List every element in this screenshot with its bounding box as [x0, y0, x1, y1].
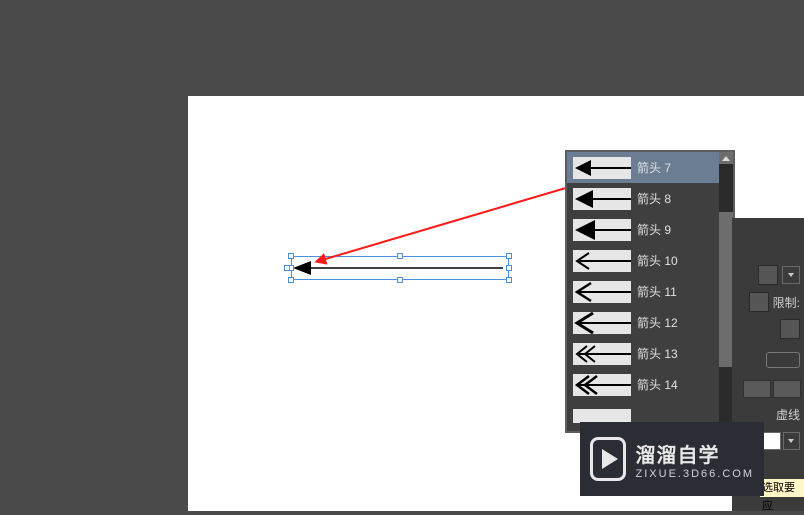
arrowhead-option-label: 箭头 11: [637, 283, 677, 300]
arrowhead-option-label: 箭头 8: [637, 190, 671, 207]
arrowhead-preview-icon: [573, 281, 631, 303]
dropdown-scrollbar-thumb[interactable]: [719, 212, 733, 367]
panel-button-2[interactable]: [773, 380, 801, 398]
scrollbar-up-button[interactable]: [719, 152, 733, 164]
arrowhead-option-label: 箭头 9: [637, 221, 671, 238]
link-toggle[interactable]: [766, 352, 800, 368]
resize-handle-mr[interactable]: [506, 265, 512, 271]
resize-handle-bm[interactable]: [397, 277, 403, 283]
play-icon: [590, 437, 626, 481]
arrowhead-option-11[interactable]: 箭头 11: [567, 276, 719, 307]
watermark-url: ZIXUE.3D66.COM: [636, 468, 754, 480]
arrowhead-option-9[interactable]: 箭头 9: [567, 214, 719, 245]
arrowhead-preview-icon: [573, 409, 631, 423]
arrowhead-dropdown: 箭头 7 箭头 8 箭头 9 箭头 10: [565, 150, 735, 433]
arrowhead-option-10[interactable]: 箭头 10: [567, 245, 719, 276]
arrow-end-dropdown[interactable]: [783, 432, 800, 450]
selected-arrow-object[interactable]: [291, 256, 509, 280]
resize-handle-tr[interactable]: [506, 253, 512, 259]
arrowhead-preview-icon: [573, 374, 631, 396]
resize-handle-tm[interactable]: [397, 253, 403, 259]
arrowhead-preview-icon: [573, 250, 631, 272]
dash-label: 虚线: [776, 406, 800, 423]
arrowhead-option-14[interactable]: 箭头 14: [567, 369, 719, 400]
watermark-title: 溜溜自学: [636, 439, 754, 468]
arrowhead-preview-icon: [573, 343, 631, 365]
arrowhead-list: 箭头 7 箭头 8 箭头 9 箭头 10: [567, 152, 719, 431]
resize-handle-br[interactable]: [506, 277, 512, 283]
panel-button-1[interactable]: [743, 380, 771, 398]
tooltip: 选取要应: [760, 479, 804, 497]
arrowhead-option-label: 箭头 7: [637, 159, 671, 176]
join-icon[interactable]: [749, 292, 769, 312]
arrowhead-preview-icon: [573, 157, 631, 179]
arrowhead-preview-icon: [573, 312, 631, 334]
arrowhead-option-12[interactable]: 箭头 12: [567, 307, 719, 338]
arrowhead-option-label: 箭头 12: [637, 314, 678, 331]
align-icon[interactable]: [780, 319, 800, 339]
arrowhead-option-label: 箭头 14: [637, 376, 678, 393]
arrowhead-preview-icon: [573, 219, 631, 241]
arrowhead-option-8[interactable]: 箭头 8: [567, 183, 719, 214]
limit-label: 限制:: [773, 294, 800, 311]
arrowhead-option-7[interactable]: 箭头 7: [567, 152, 719, 183]
dropdown-scrollbar-track[interactable]: [719, 152, 733, 431]
cap-icon[interactable]: [758, 265, 778, 285]
anchor-handle[interactable]: [284, 265, 290, 271]
watermark: 溜溜自学 ZIXUE.3D66.COM: [580, 422, 764, 496]
arrowhead-option-13[interactable]: 箭头 13: [567, 338, 719, 369]
arrowhead-preview-icon: [573, 188, 631, 210]
resize-handle-tl[interactable]: [288, 253, 294, 259]
arrowhead-option-label: 箭头 10: [637, 252, 678, 269]
arrowhead-option-label: 箭头 13: [637, 345, 678, 362]
cap-select[interactable]: [782, 266, 800, 284]
resize-handle-bl[interactable]: [288, 277, 294, 283]
